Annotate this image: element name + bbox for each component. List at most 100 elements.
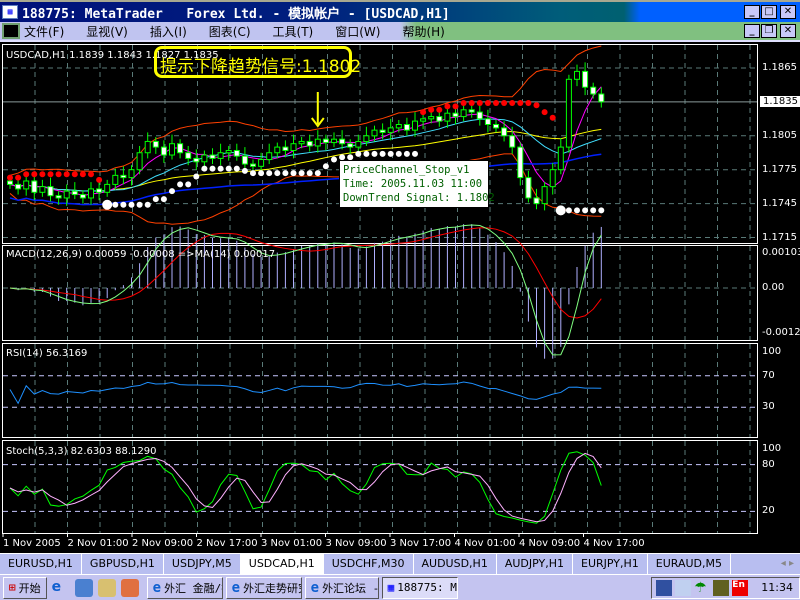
downtrend-stop-dot <box>460 100 467 107</box>
candle-body <box>460 109 467 118</box>
candle-body <box>120 174 127 179</box>
candle-body <box>428 116 435 120</box>
candle-body <box>517 146 524 179</box>
candle-body <box>177 143 184 154</box>
taskbar-task-metatrader[interactable]: ▦188775: Meta... <box>381 576 458 599</box>
rsi-line <box>9 381 602 405</box>
window-title: 188775: MetaTrader Forex Ltd. - 模拟帐户 - [… <box>22 6 450 22</box>
tab-scroll-arrows[interactable]: ◂ ▸ <box>781 558 794 569</box>
rsi-axis-label: 70 <box>762 369 775 381</box>
tab-euraudm5[interactable]: EURAUD,M5 <box>648 554 732 574</box>
ie-icon: e <box>152 579 162 596</box>
stoch-axis-label: 80 <box>762 458 775 470</box>
stoch-main-line <box>9 451 602 524</box>
uptrend-stop-dot <box>331 156 337 163</box>
uptrend-stop-dot <box>233 165 240 172</box>
menu-help[interactable]: 帮助(H) <box>402 23 444 40</box>
tab-gbpusdh1[interactable]: GBPUSD,H1 <box>82 554 164 574</box>
price-axis-label: 1.1745 <box>762 197 797 209</box>
uptrend-stop-dot <box>201 165 208 172</box>
uptrend-stop-dot <box>322 163 329 170</box>
tooltip-line: Time: 2005.11.03 11:00 <box>343 178 483 190</box>
tab-audusdh1[interactable]: AUDUSD,H1 <box>414 554 497 574</box>
menu-insert[interactable]: 插入(I) <box>150 23 187 40</box>
ie-quicklaunch-icon[interactable]: e <box>52 579 70 597</box>
explorer-quicklaunch-icon[interactable] <box>74 578 93 597</box>
tab-audjpyh1[interactable]: AUDJPY,H1 <box>497 554 573 574</box>
candle-body <box>395 124 402 129</box>
tab-usdchfm30[interactable]: USDCHF,M30 <box>324 554 414 574</box>
downtrend-stop-dot <box>476 100 483 107</box>
candle-body <box>274 146 281 154</box>
search-quicklaunch-icon[interactable] <box>120 578 139 597</box>
tooltip-line: PriceChannel_Stop_v1 <box>343 164 470 176</box>
candle-body <box>444 112 451 122</box>
candle-body <box>565 78 572 148</box>
candle-body <box>290 143 297 151</box>
tab-eurusdh1[interactable]: EURUSD,H1 <box>0 554 82 574</box>
chart-canvas[interactable] <box>0 44 800 553</box>
uptrend-stop-dot <box>241 167 248 174</box>
close-button[interactable]: ✕ <box>780 5 796 19</box>
candle-body <box>152 140 159 148</box>
start-button[interactable]: ⊞ 开始 <box>3 576 47 599</box>
editor-quicklaunch-icon[interactable] <box>97 578 116 597</box>
candle-body <box>525 177 532 199</box>
time-axis-label: 4 Nov 01:00 <box>454 538 516 549</box>
tab-usdjpym5[interactable]: USDJPY,M5 <box>164 554 241 574</box>
umbrella-icon[interactable]: ☂ <box>694 580 710 596</box>
candle-body <box>582 70 589 88</box>
ime-indicator[interactable]: En <box>732 579 749 596</box>
candle-body <box>298 140 305 145</box>
candle-body <box>250 163 256 167</box>
candle-body <box>590 86 597 95</box>
maximize-button[interactable]: □ <box>761 5 777 19</box>
network-icon[interactable] <box>656 579 673 596</box>
chart-window-icon[interactable] <box>2 23 20 39</box>
candle-body <box>557 146 564 171</box>
downtrend-stop-dot <box>15 174 22 181</box>
rsi-panel-border <box>2 343 758 438</box>
chart-close-button[interactable]: ✕ <box>780 24 796 38</box>
chart-minimize-button[interactable]: _ <box>744 24 760 38</box>
candle-body <box>169 143 175 156</box>
downtrend-stop-dot <box>7 174 13 181</box>
candle-body <box>104 183 111 193</box>
downtrend-stop-dot <box>468 100 475 107</box>
tab-eurjpyh1[interactable]: EURJPY,H1 <box>573 554 648 574</box>
clock: 11:34 <box>761 581 793 594</box>
candle-body <box>322 138 329 144</box>
chart-area[interactable]: USDCAD,H1 1.1839 1.1843 1.1827 1.1835 提示… <box>0 44 800 553</box>
price-axis-label: 1.1715 <box>762 231 797 243</box>
menu-window[interactable]: 窗口(W) <box>335 23 380 40</box>
candle-body <box>501 127 508 137</box>
computers-icon[interactable] <box>713 579 730 596</box>
menu-charts[interactable]: 图表(C) <box>209 23 251 40</box>
price-axis-label: 1.1805 <box>762 129 797 141</box>
uptrend-stop-dot <box>363 150 370 157</box>
candle-body <box>185 152 192 159</box>
downtrend-stop-dot <box>452 103 459 110</box>
chart-restore-button[interactable]: ❐ <box>761 24 777 38</box>
tab-usdcadh1[interactable]: USDCAD,H1 <box>240 554 324 574</box>
candle-body <box>387 127 394 133</box>
uptrend-stop-dot <box>112 201 119 208</box>
uptrend-stop-dot <box>282 170 289 177</box>
candle-body <box>23 180 30 190</box>
candle-body <box>355 140 362 148</box>
downtrend-stop-dot <box>484 100 491 107</box>
taskbar-task[interactable]: e外汇走势研究... <box>225 576 302 599</box>
candle-body <box>493 124 499 129</box>
taskbar-task[interactable]: e外汇 金融/投... <box>146 576 223 599</box>
menu-file[interactable]: 文件(F) <box>24 23 64 40</box>
minimize-button[interactable]: _ <box>744 5 760 19</box>
downtrend-stop-dot <box>88 171 94 178</box>
shield-icon[interactable] <box>675 579 692 596</box>
candle-body <box>403 124 410 131</box>
menu-tools[interactable]: 工具(T) <box>273 23 314 40</box>
candle-body <box>306 140 313 147</box>
menu-view[interactable]: 显视(V) <box>86 23 128 40</box>
downtrend-stop-dot <box>444 103 451 110</box>
price-axis-label: 1.1865 <box>762 62 797 73</box>
taskbar-task[interactable]: e外汇论坛 - ... <box>304 576 379 599</box>
